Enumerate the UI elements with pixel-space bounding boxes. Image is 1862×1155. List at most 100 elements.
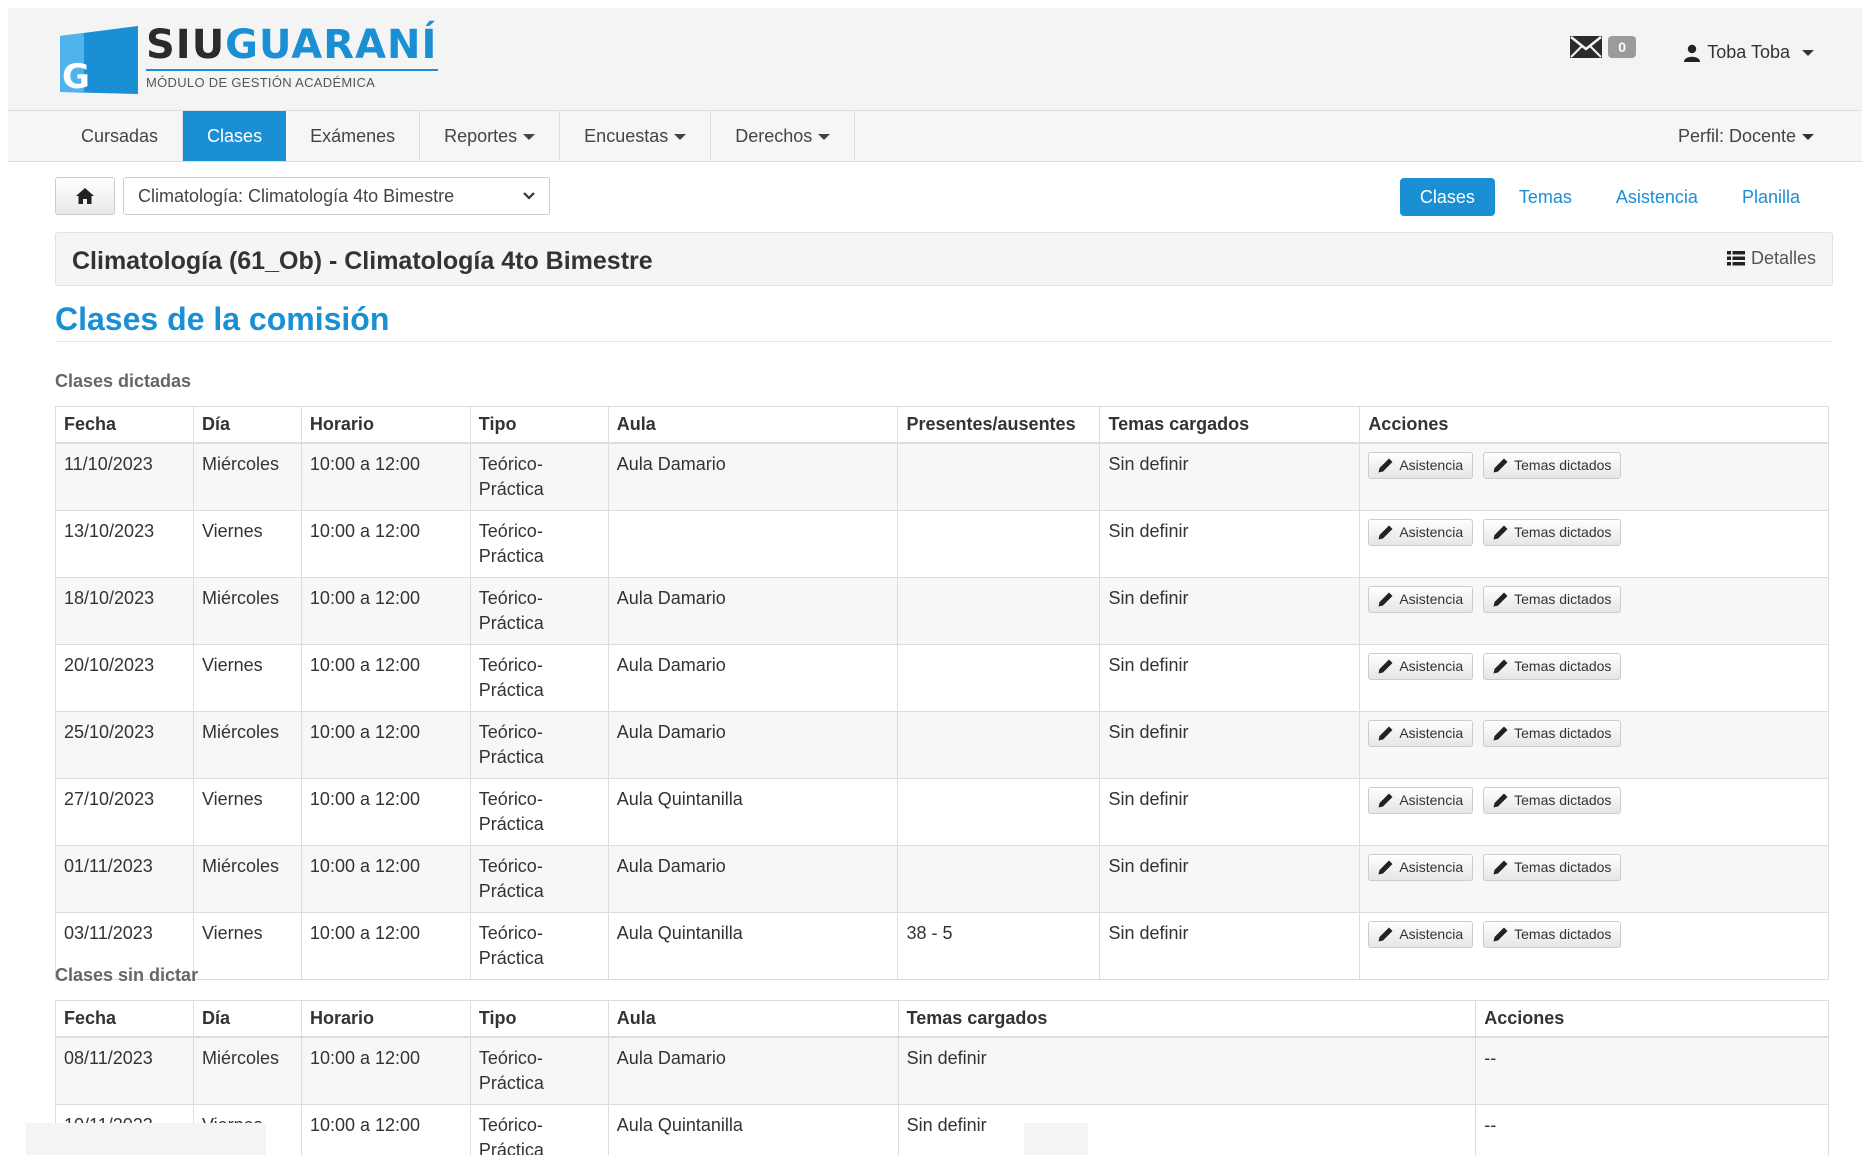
temas-dictados-label: Temas dictados (1514, 657, 1612, 674)
cell-dia: Miércoles (192, 442, 302, 511)
brand-title: SIUGUARANÍ (146, 22, 438, 68)
cell-acciones: Asistencia Temas dictados (1359, 442, 1829, 511)
dictadas-table: Fecha Día Horario Tipo Aula Presentes/au… (55, 406, 1829, 980)
cell-tipo: Teórico- Práctica (469, 509, 609, 578)
temas-dictados-button[interactable]: Temas dictados (1483, 652, 1622, 680)
pencil-icon (1493, 726, 1508, 740)
siu-guarani-logo-icon[interactable]: G (54, 22, 142, 98)
cell-aula: Aula Damario (607, 576, 899, 645)
asistencia-label: Asistencia (1399, 925, 1464, 942)
cell-tipo: Teórico- Práctica (469, 911, 609, 980)
tipo-line-1: Teórico- (478, 788, 543, 809)
nav-item-cursadas[interactable]: Cursadas (57, 111, 184, 161)
asistencia-label: Asistencia (1399, 590, 1464, 607)
user-icon (1683, 44, 1701, 62)
temas-dictados-label: Temas dictados (1514, 925, 1612, 942)
cell-tipo: Teórico- Práctica (469, 844, 609, 913)
nav-item-encuestas[interactable]: Encuestas (560, 111, 712, 161)
temas-dictados-button[interactable]: Temas dictados (1483, 518, 1622, 546)
home-button[interactable] (55, 177, 115, 215)
tab-asistencia[interactable]: Asistencia (1596, 178, 1718, 216)
cell-fecha: 01/11/2023 (55, 844, 194, 913)
temas-dictados-button[interactable]: Temas dictados (1483, 786, 1622, 814)
temas-dictados-button[interactable]: Temas dictados (1483, 451, 1622, 479)
tipo-line-2: Práctica (478, 478, 544, 499)
cell-dia: Viernes (192, 643, 302, 712)
column-header: Presentes/ausentes (897, 406, 1101, 444)
temas-dictados-label: Temas dictados (1514, 523, 1612, 540)
cell-aula (607, 509, 899, 578)
cell-dia: Viernes (192, 509, 302, 578)
perfil-menu[interactable]: Perfil: Docente (1678, 111, 1814, 161)
temas-dictados-button[interactable]: Temas dictados (1483, 585, 1622, 613)
cell-dia: Viernes (192, 777, 302, 846)
asistencia-button[interactable]: Asistencia (1368, 585, 1474, 613)
column-header: Aula (607, 406, 899, 444)
column-header: Día (192, 406, 302, 444)
cell-horario: 10:00 a 12:00 (300, 576, 471, 645)
nav-item-clases[interactable]: Clases (183, 111, 287, 161)
asistencia-button[interactable]: Asistencia (1368, 920, 1474, 948)
cell-horario: 10:00 a 12:00 (300, 509, 471, 578)
temas-dictados-button[interactable]: Temas dictados (1483, 920, 1622, 948)
tab-planilla[interactable]: Planilla (1722, 178, 1820, 216)
column-header: Acciones (1359, 406, 1829, 444)
asistencia-button[interactable]: Asistencia (1368, 518, 1474, 546)
tipo-line-2: Práctica (478, 880, 544, 901)
asistencia-button[interactable]: Asistencia (1368, 652, 1474, 680)
asistencia-button[interactable]: Asistencia (1368, 786, 1474, 814)
cell-acciones: Asistencia Temas dictados (1359, 576, 1829, 645)
mail-button[interactable]: 0 (1570, 36, 1636, 58)
asistencia-label: Asistencia (1399, 523, 1464, 540)
cell-fecha: 20/10/2023 (55, 643, 194, 712)
temas-dictados-label: Temas dictados (1514, 858, 1612, 875)
tab-clases[interactable]: Clases (1399, 178, 1495, 216)
nav-item-label: Encuestas (584, 126, 669, 146)
comision-select[interactable]: Climatología: Climatología 4to Bimestre (123, 177, 550, 215)
column-header: Fecha (55, 1000, 194, 1038)
cell-tipo: Teórico- Práctica (469, 777, 609, 846)
asistencia-label: Asistencia (1399, 791, 1464, 808)
asistencia-button[interactable]: Asistencia (1368, 719, 1474, 747)
cell-acciones: Asistencia Temas dictados (1359, 911, 1829, 980)
tipo-line-2: Práctica (478, 1139, 544, 1155)
column-header: Temas cargados (1099, 406, 1361, 444)
column-header: Horario (300, 406, 471, 444)
temas-dictados-button[interactable]: Temas dictados (1483, 719, 1622, 747)
cell-aula: Aula Damario (607, 442, 899, 511)
asistencia-button[interactable]: Asistencia (1368, 853, 1474, 881)
cell-horario: 10:00 a 12:00 (300, 442, 471, 511)
cell-presentes-ausentes (897, 576, 1101, 645)
pencil-icon (1493, 592, 1508, 606)
cell-aula: Aula Damario (607, 1036, 899, 1105)
dictadas-heading: Clases dictadas (55, 371, 192, 391)
tipo-line-2: Práctica (478, 612, 544, 633)
cell-acciones: Asistencia Temas dictados (1359, 710, 1829, 779)
asistencia-label: Asistencia (1399, 724, 1464, 741)
nav-item-label: Derechos (735, 126, 813, 146)
tab-temas[interactable]: Temas (1499, 178, 1592, 216)
nav-item-examenes[interactable]: Exámenes (286, 111, 421, 161)
cell-aula: Aula Damario (607, 643, 899, 712)
user-menu[interactable]: Toba Toba (1683, 42, 1814, 63)
brand-underline (146, 69, 438, 71)
asistencia-label: Asistencia (1399, 456, 1464, 473)
brand: SIUGUARANÍ MÓDULO DE GESTIÓN ACADÉMICA (146, 22, 438, 90)
column-header: Horario (300, 1000, 471, 1038)
cell-tipo: Teórico- Práctica (469, 643, 609, 712)
table-row: 13/10/2023 Viernes 10:00 a 12:00 Teórico… (55, 509, 1829, 578)
tipo-line-1: Teórico- (478, 587, 543, 608)
cell-dia: Miércoles (192, 710, 302, 779)
cell-temas: Sin definir (1099, 442, 1361, 511)
brand-subtitle: MÓDULO DE GESTIÓN ACADÉMICA (146, 75, 376, 90)
tipo-line-2: Práctica (478, 746, 544, 767)
temas-dictados-button[interactable]: Temas dictados (1483, 853, 1622, 881)
nav-item-reportes[interactable]: Reportes (420, 111, 561, 161)
caret-down-icon (523, 134, 536, 141)
details-button[interactable]: Detalles (1726, 248, 1816, 269)
cell-fecha: 18/10/2023 (55, 576, 194, 645)
nav-item-derechos[interactable]: Derechos (711, 111, 856, 161)
cell-acciones: Asistencia Temas dictados (1359, 643, 1829, 712)
asistencia-button[interactable]: Asistencia (1368, 451, 1474, 479)
column-header: Tipo (469, 1000, 609, 1038)
